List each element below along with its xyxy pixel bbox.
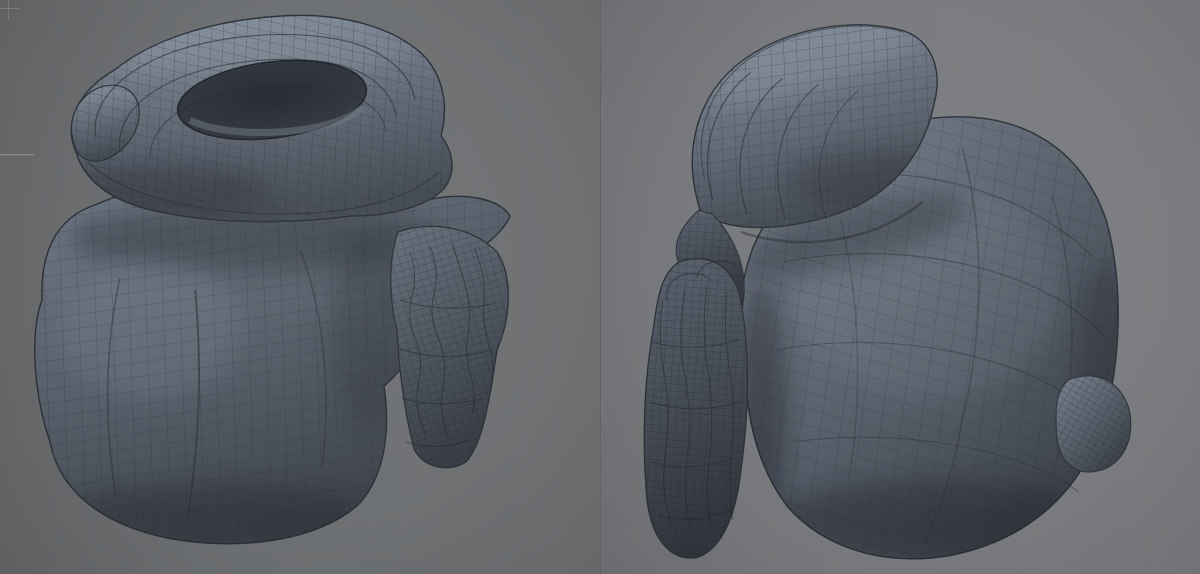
mesh-left-canvas[interactable] bbox=[0, 0, 600, 574]
viewport-left[interactable] bbox=[0, 0, 600, 574]
mesh-left-collar[interactable] bbox=[30, 14, 453, 223]
sleeve-wireframe bbox=[390, 226, 509, 468]
sculpt-app-viewports bbox=[0, 0, 1200, 574]
mesh-left-sleeve[interactable] bbox=[390, 225, 509, 469]
viewport-right[interactable] bbox=[600, 0, 1200, 574]
mesh-right-sleeve[interactable] bbox=[643, 257, 748, 559]
mesh-right-canvas[interactable] bbox=[601, 0, 1200, 574]
body-dense-patch bbox=[1055, 375, 1132, 473]
grid-guides bbox=[0, 0, 34, 156]
